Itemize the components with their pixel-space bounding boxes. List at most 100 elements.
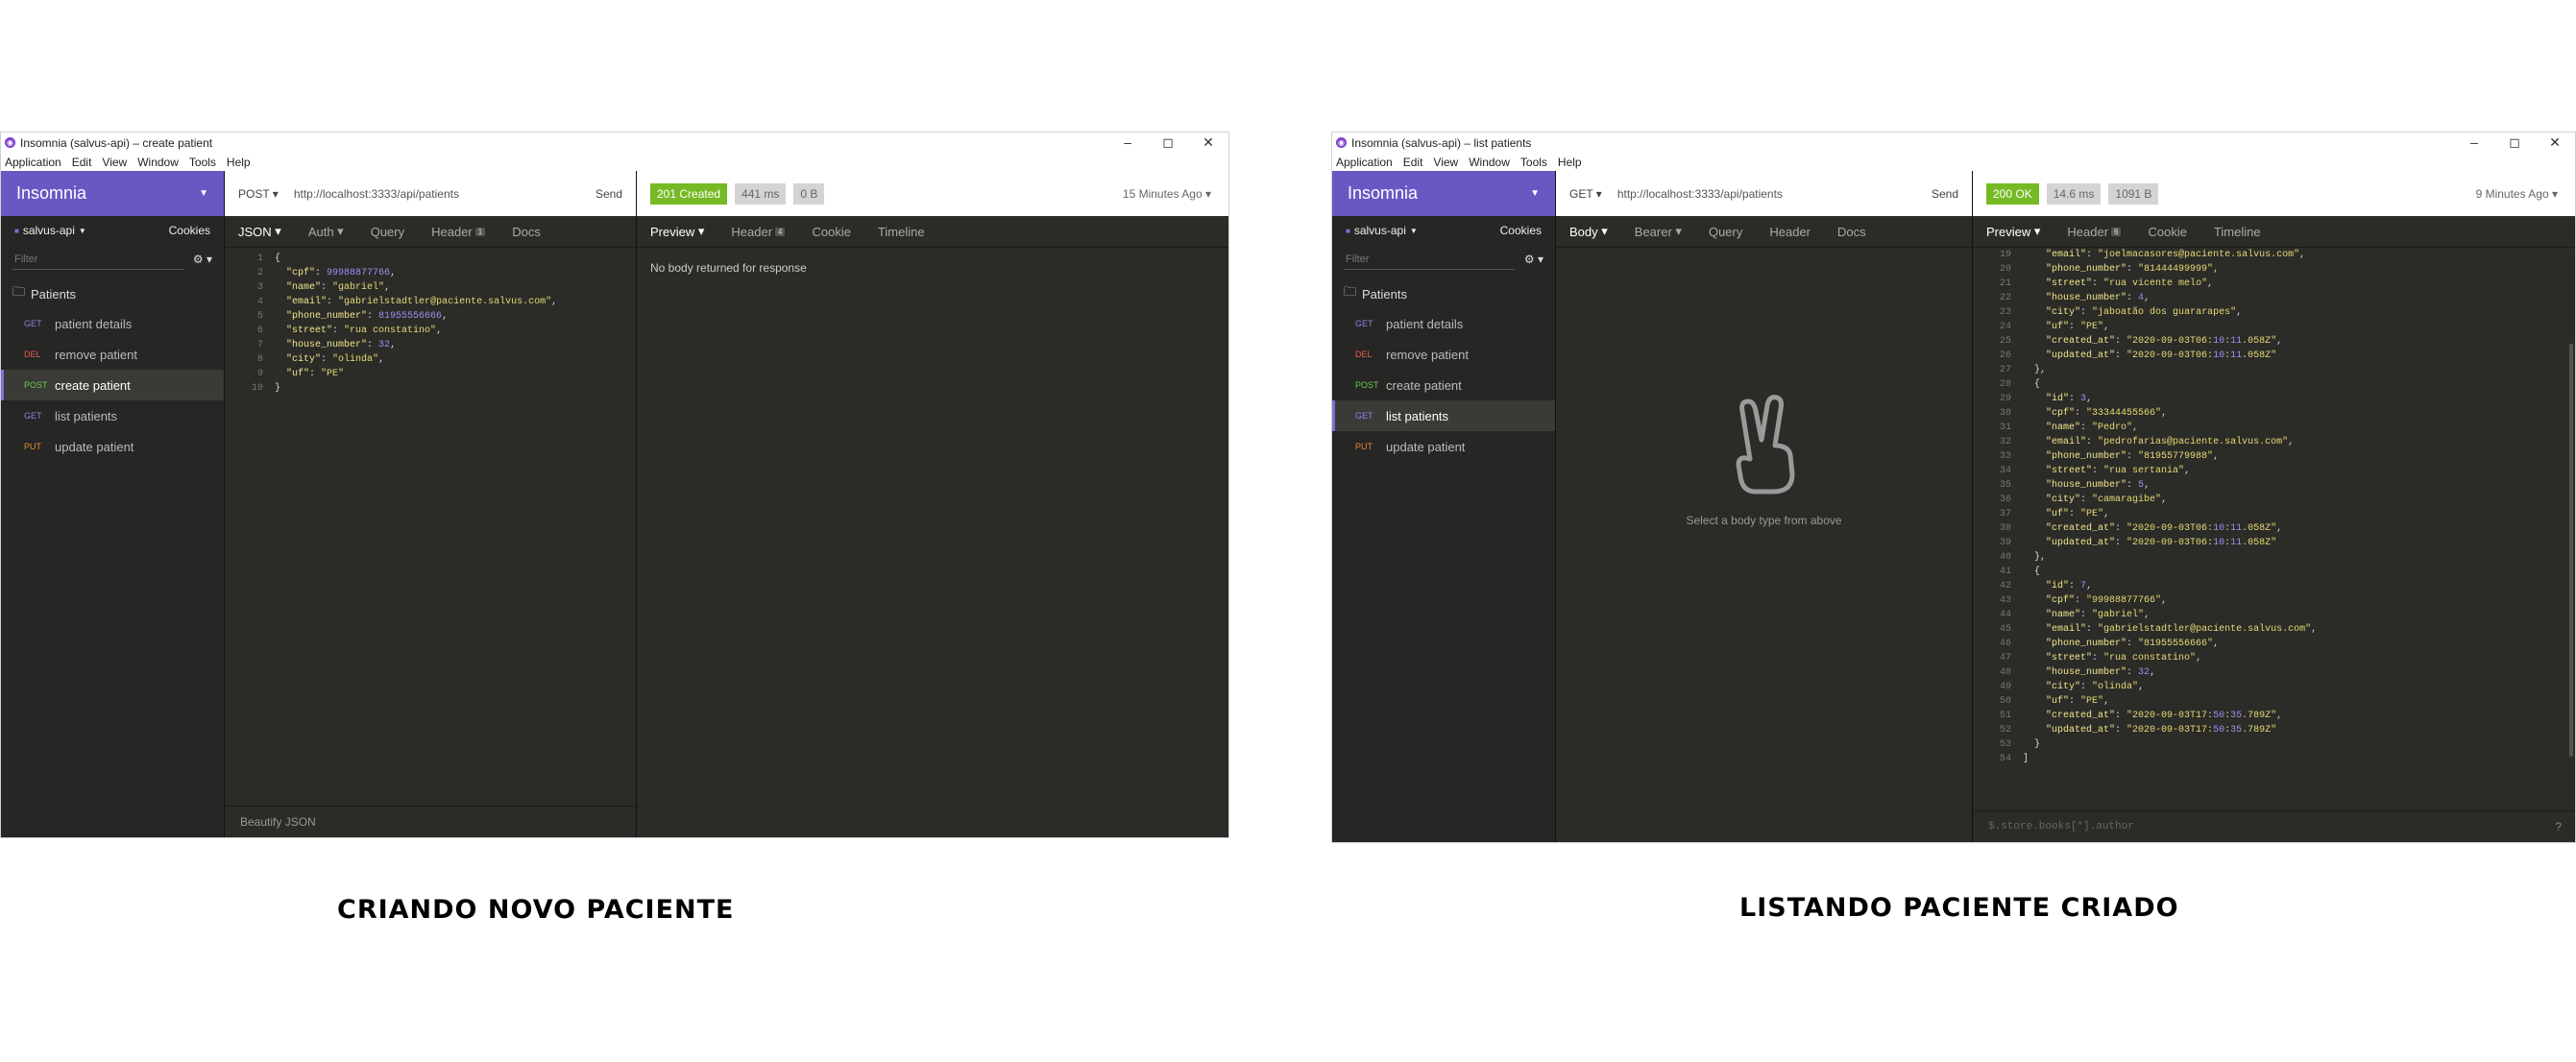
tab-header[interactable]: Header 1 — [418, 216, 498, 247]
tab-cookie[interactable]: Cookie — [2134, 216, 2199, 247]
request-remove-patient[interactable]: DEL remove patient — [1, 339, 224, 370]
tab-preview[interactable]: Preview ▾ — [1973, 216, 2054, 247]
brand-dropdown[interactable]: Insomnia ▼ — [1332, 171, 1555, 216]
tab-query[interactable]: Query — [357, 216, 418, 247]
tab-body[interactable]: Body ▾ — [1556, 216, 1621, 247]
tab-auth[interactable]: Auth ▾ — [295, 216, 357, 247]
send-button[interactable]: Send — [595, 187, 622, 201]
json-body-editor[interactable]: 1{2 "cpf": 99988877766, 3 "name": "gabrie… — [225, 248, 636, 396]
menu-tools[interactable]: Tools — [1520, 156, 1547, 169]
history-dropdown[interactable]: 9 Minutes Ago ▾ — [2476, 187, 2558, 201]
title-bar: ◉ Insomnia (salvus-api) – list patients … — [1332, 133, 2575, 153]
request-patient-details[interactable]: GET patient details — [1, 308, 224, 339]
menu-tools[interactable]: Tools — [189, 156, 216, 169]
method-dropdown[interactable]: POST ▾ — [238, 187, 279, 201]
menu-edit[interactable]: Edit — [1403, 156, 1423, 169]
menu-window[interactable]: Window — [137, 156, 179, 169]
minimize-icon[interactable]: – — [2454, 133, 2494, 153]
menu-view[interactable]: View — [1433, 156, 1458, 169]
code-line: 27 }, — [1973, 363, 2575, 377]
send-button[interactable]: Send — [1932, 187, 1958, 201]
request-create-patient[interactable]: POST create patient — [1332, 370, 1555, 400]
maximize-icon[interactable]: ◻ — [1148, 133, 1188, 153]
tab-docs[interactable]: Docs — [498, 216, 554, 247]
workspace-dropdown[interactable]: ■ salvus-api ▼ — [14, 224, 86, 237]
method-dropdown[interactable]: GET ▾ — [1569, 187, 1602, 201]
request-update-patient[interactable]: PUT update patient — [1332, 431, 1555, 462]
request-patient-details[interactable]: GET patient details — [1332, 308, 1555, 339]
gear-icon[interactable]: ⚙ ▾ — [1524, 253, 1543, 266]
workspace-label: salvus-api — [1353, 224, 1406, 237]
menu-help[interactable]: Help — [1558, 156, 1582, 169]
request-list-patients[interactable]: GET list patients — [1, 400, 224, 431]
brand-dropdown[interactable]: Insomnia ▼ — [1, 171, 224, 216]
filter-input[interactable] — [1344, 249, 1515, 270]
folder-patients[interactable]: 🗀 Patients — [1332, 279, 1555, 308]
code-text: "id": 7, — [2046, 581, 2093, 591]
insomnia-app-icon: ◉ — [1336, 137, 1347, 148]
scrollbar[interactable] — [2569, 344, 2573, 757]
beautify-json-button[interactable]: Beautify JSON — [225, 806, 636, 837]
method-badge: GET — [24, 411, 42, 421]
menu-view[interactable]: View — [102, 156, 127, 169]
method-badge: PUT — [1355, 442, 1373, 451]
url-input[interactable]: http://localhost:3333/api/patients — [1617, 187, 1932, 201]
close-icon[interactable]: ✕ — [1188, 133, 1228, 153]
code-text: "uf": "PE" — [286, 369, 345, 379]
code-line: 51 "created_at": "2020-09-03T17:50:35.78… — [1973, 709, 2575, 723]
menu-application[interactable]: Application — [5, 156, 61, 169]
request-list-patients[interactable]: GET list patients — [1332, 400, 1555, 431]
tab-preview[interactable]: Preview ▾ — [637, 216, 717, 247]
line-number: 24 — [1999, 322, 2011, 332]
request-label: list patients — [1386, 408, 1449, 423]
response-filter-input[interactable]: $.store.books[*].author — [1988, 821, 2134, 833]
code-text: "street": "rua constatino", — [2046, 653, 2202, 664]
menu-bar: Application Edit View Window Tools Help — [1332, 153, 2575, 171]
folder-patients[interactable]: 🗀 Patients — [1, 279, 224, 308]
line-number: 48 — [1999, 667, 2011, 678]
menu-help[interactable]: Help — [227, 156, 251, 169]
tab-cookie[interactable]: Cookie — [798, 216, 863, 247]
tab-header[interactable]: Header 4 — [717, 216, 798, 247]
tab-timeline[interactable]: Timeline — [2200, 216, 2274, 247]
maximize-icon[interactable]: ◻ — [2494, 133, 2535, 153]
cookies-button[interactable]: Cookies — [169, 224, 210, 237]
line-number: 41 — [1999, 567, 2011, 577]
help-icon[interactable]: ? — [2555, 820, 2562, 833]
request-update-patient[interactable]: PUT update patient — [1, 431, 224, 462]
tab-docs[interactable]: Docs — [1824, 216, 1880, 247]
window-title: Insomnia (salvus-api) – list patients — [1351, 135, 1532, 150]
tab-json[interactable]: JSON ▾ — [225, 216, 295, 247]
code-text: "house_number": 32, — [286, 340, 397, 350]
code-text: "uf": "PE", — [2046, 696, 2110, 707]
tab-header[interactable]: Header — [1756, 216, 1824, 247]
method-badge: POST — [24, 380, 48, 390]
filter-input[interactable] — [12, 249, 183, 270]
close-icon[interactable]: ✕ — [2535, 133, 2575, 153]
tab-header[interactable]: Header 6 — [2054, 216, 2134, 247]
code-line: 38 "created_at": "2020-09-03T06:10:11.05… — [1973, 521, 2575, 536]
menu-window[interactable]: Window — [1469, 156, 1510, 169]
history-dropdown[interactable]: 15 Minutes Ago ▾ — [1123, 187, 1211, 201]
method-badge: GET — [1355, 411, 1373, 421]
tab-timeline[interactable]: Timeline — [864, 216, 938, 247]
menu-edit[interactable]: Edit — [72, 156, 92, 169]
code-text: "phone_number": 81955556666, — [286, 311, 449, 322]
menu-application[interactable]: Application — [1336, 156, 1393, 169]
minimize-icon[interactable]: – — [1107, 133, 1148, 153]
status-badge: 200 OK — [1986, 182, 2039, 205]
response-json-viewer: 19 "email": "joelmacasores@paciente.salv… — [1973, 248, 2575, 766]
code-line: 47 "street": "rua constatino", — [1973, 651, 2575, 665]
request-label: patient details — [1386, 316, 1464, 331]
cookies-button[interactable]: Cookies — [1500, 224, 1542, 237]
url-input[interactable]: http://localhost:3333/api/patients — [294, 187, 595, 201]
code-text: "city": "olinda", — [286, 354, 385, 365]
workspace-dropdown[interactable]: ■ salvus-api ▼ — [1346, 224, 1418, 237]
gear-icon[interactable]: ⚙ ▾ — [193, 253, 212, 266]
tab-bearer[interactable]: Bearer ▾ — [1621, 216, 1695, 247]
request-remove-patient[interactable]: DEL remove patient — [1332, 339, 1555, 370]
line-number: 1 — [256, 253, 263, 264]
tab-query[interactable]: Query — [1695, 216, 1756, 247]
request-create-patient[interactable]: POST create patient — [1, 370, 224, 400]
request-label: list patients — [55, 408, 118, 423]
